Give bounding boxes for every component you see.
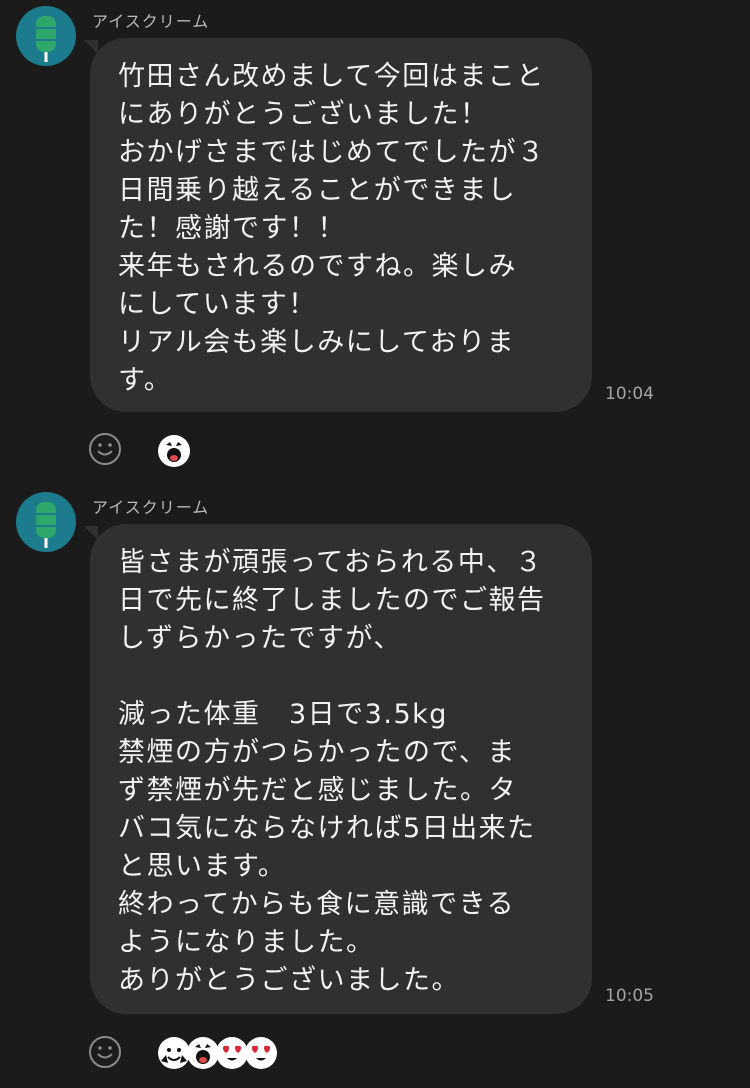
clapping-face-sticker[interactable]: [158, 1037, 190, 1069]
heart-eyes-face-sticker[interactable]: [216, 1037, 248, 1069]
smiley-icon: [89, 1036, 121, 1068]
add-reaction-button[interactable]: [88, 1035, 122, 1069]
message-bubble[interactable]: 皆さまが頑張っておられる中、３ 日で先に終了しましたのでご報告 しずらかったです…: [90, 524, 592, 1014]
laughing-face-sticker[interactable]: [187, 1037, 219, 1069]
message-time: 10:05: [605, 986, 654, 1006]
laughing-face-sticker[interactable]: [158, 435, 190, 467]
smiley-icon: [89, 433, 121, 465]
sender-name: アイスクリーム: [92, 12, 210, 31]
sender-avatar[interactable]: [16, 492, 76, 552]
popsicle-icon: [36, 16, 56, 62]
reaction-list: [158, 1037, 277, 1069]
add-reaction-button[interactable]: [88, 432, 122, 466]
popsicle-icon: [36, 502, 56, 548]
sender-avatar[interactable]: [16, 6, 76, 66]
message-time: 10:04: [605, 384, 654, 404]
message-bubble[interactable]: 竹田さん改めまして今回はまこと にありがとうございました！ おかげさまではじめて…: [90, 38, 592, 412]
sender-name: アイスクリーム: [92, 498, 210, 517]
reaction-list: [158, 435, 190, 467]
heart-eyes-face-sticker[interactable]: [245, 1037, 277, 1069]
